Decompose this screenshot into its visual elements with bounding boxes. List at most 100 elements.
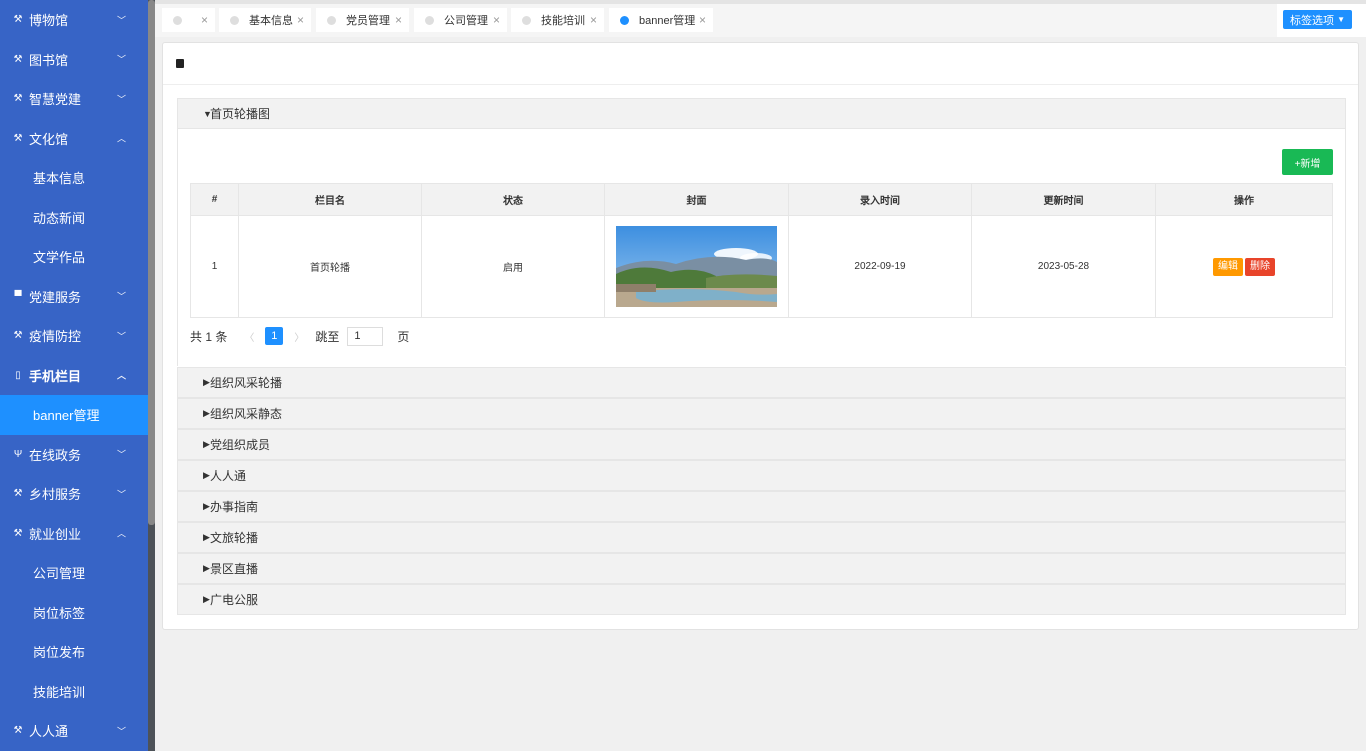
sidebar-subitem-training[interactable]: 技能培训 — [0, 672, 148, 712]
sidebar-item-library[interactable]: ⚒ 图书馆 ﹀ — [0, 40, 148, 80]
tab-dot-icon — [425, 15, 434, 25]
section-title-label: 景区直播 — [210, 562, 259, 576]
sidebar-subitem-basic-info[interactable]: 基本信息 — [0, 158, 148, 198]
close-icon[interactable]: × — [590, 13, 597, 27]
section-title-org-static[interactable]: ▶ 组织风采静态 — [177, 398, 1346, 429]
section-title-guide[interactable]: ▶ 办事指南 — [177, 491, 1346, 522]
cell-status: 启用 — [421, 215, 605, 318]
chevron-right-icon[interactable]: 〉 — [294, 329, 304, 344]
fork-icon: Ψ — [13, 448, 23, 460]
pager-current-page[interactable]: 1 — [265, 327, 284, 345]
caret-right-icon: ▶ — [203, 563, 210, 573]
sidebar-item-smart-party[interactable]: ⚒ 智慧党建 ﹀ — [0, 79, 148, 119]
section-title-broadcast[interactable]: ▶ 广电公服 — [177, 584, 1346, 615]
chevron-down-icon: ﹀ — [116, 54, 126, 65]
section-title-home-banner[interactable]: ▼ 首页轮播图 — [177, 98, 1346, 129]
section-body: +新增 # 栏目名 状态 封面 录入时间 更新时间 操作 1 首页轮播 启用 2… — [177, 129, 1346, 366]
sidebar-subitem-company[interactable]: 公司管理 — [0, 553, 148, 593]
panel-header — [163, 43, 1358, 85]
section-title-party-members[interactable]: ▶ 党组织成员 — [177, 429, 1346, 460]
tab-dot-icon — [327, 15, 336, 25]
chevron-down-icon: ﹀ — [116, 489, 126, 500]
sidebar-item-mobile[interactable]: ▯ 手机栏目 ︿ — [0, 356, 148, 396]
section-title-scenic-live[interactable]: ▶ 景区直播 — [177, 553, 1346, 584]
tab-basic-info[interactable]: 基本信息 × — [219, 8, 311, 32]
sidebar-item-culture-hall[interactable]: ⚒ 文化馆 ︿ — [0, 119, 148, 159]
tab-party-members[interactable]: 党员管理 × — [316, 8, 409, 32]
close-icon[interactable]: × — [395, 13, 402, 27]
tab-dot-icon — [522, 15, 531, 25]
tab-label: 党员管理 — [346, 15, 390, 27]
sidebar-item-party-service[interactable]: ▀ 党建服务 ﹀ — [0, 277, 148, 317]
delete-button[interactable]: 删除 — [1245, 257, 1275, 276]
chevron-down-icon: ﹀ — [116, 94, 126, 105]
sidebar-item-label: 乡村服务 — [29, 487, 82, 503]
sidebar-subitem-job-post[interactable]: 岗位发布 — [0, 632, 148, 672]
cell-index: 1 — [190, 215, 239, 318]
close-icon[interactable]: × — [297, 13, 304, 27]
tab-label: 基本信息 — [249, 15, 293, 27]
sidebar-item-label: 党建服务 — [29, 289, 82, 305]
tab-banner[interactable]: banner管理 × — [609, 8, 713, 32]
chevron-down-icon: ﹀ — [116, 15, 126, 26]
sidebar-item-museum[interactable]: ⚒ 博物馆 ﹀ — [0, 0, 148, 40]
tab-bar: × 基本信息 × 党员管理 × 公司管理 × 技能培训 × banner管理 × 标签选项… — [155, 0, 1366, 37]
sidebar-item-label: 技能培训 — [33, 684, 86, 700]
sidebar-item-label: 岗位发布 — [33, 645, 86, 661]
pager-jump-input[interactable]: 1 — [347, 326, 384, 346]
tools-icon: ⚒ — [13, 132, 23, 144]
scrollbar-thumb[interactable] — [148, 0, 155, 525]
chevron-up-icon: ︿ — [116, 370, 126, 381]
chevron-up-icon: ︿ — [116, 528, 126, 539]
caret-right-icon: ▶ — [203, 439, 210, 449]
section-title-label: 组织风采轮播 — [210, 376, 283, 390]
add-button[interactable]: +新增 — [1282, 149, 1333, 175]
sidebar-subitem-news[interactable]: 动态新闻 — [0, 198, 148, 238]
sidebar-subitem-literature[interactable]: 文学作品 — [0, 237, 148, 277]
sidebar-item-label: 基本信息 — [33, 171, 86, 187]
chevron-down-icon: ﹀ — [116, 331, 126, 342]
sidebar-item-employment[interactable]: ⚒ 就业创业 ︿ — [0, 514, 148, 554]
sidebar-item-label: 动态新闻 — [33, 210, 86, 226]
caret-right-icon: ▶ — [203, 408, 210, 418]
sidebar-item-online-gov[interactable]: Ψ 在线政务 ﹀ — [0, 435, 148, 475]
sidebar-item-label: 文学作品 — [33, 250, 86, 266]
column-header: 操作 — [1155, 183, 1333, 216]
sidebar-item-label: 公司管理 — [33, 566, 86, 582]
book-icon — [176, 59, 184, 68]
sidebar-item-label: 疫情防控 — [29, 329, 82, 345]
column-header: 录入时间 — [788, 183, 972, 216]
sidebar-item-renrentong[interactable]: ⚒ 人人通 ﹀ — [0, 711, 148, 751]
caret-right-icon: ▶ — [203, 594, 210, 604]
section-title-org-carousel[interactable]: ▶ 组织风采轮播 — [177, 367, 1346, 398]
section-title-label: 首页轮播图 — [210, 107, 271, 121]
column-header: 栏目名 — [238, 183, 422, 216]
section-title-label: 党组织成员 — [210, 438, 271, 452]
edit-button[interactable]: 编辑 — [1213, 257, 1243, 276]
sidebar-item-label: 文化馆 — [29, 131, 69, 147]
sidebar: ⚒ 博物馆 ﹀ ⚒ 图书馆 ﹀ ⚒ 智慧党建 ﹀ ⚒ 文化馆 ︿ 基本信息 动态新闻 文学作品 … — [0, 0, 148, 751]
sidebar-scrollbar[interactable] — [148, 0, 155, 751]
tab-training[interactable]: 技能培训 × — [511, 8, 604, 32]
tools-icon: ⚒ — [13, 725, 23, 737]
tab-home[interactable]: × — [162, 8, 215, 32]
section-title-label: 文旅轮播 — [210, 531, 259, 545]
close-icon[interactable]: × — [201, 13, 208, 27]
sidebar-subitem-banner[interactable]: banner管理 — [0, 395, 148, 435]
tab-dot-icon — [230, 15, 239, 25]
close-icon[interactable]: × — [493, 13, 500, 27]
sidebar-item-epidemic[interactable]: ⚒ 疫情防控 ﹀ — [0, 316, 148, 356]
chevron-left-icon[interactable]: 〈 — [244, 329, 254, 344]
section-title-renrentong[interactable]: ▶ 人人通 — [177, 460, 1346, 491]
sidebar-item-village[interactable]: ⚒ 乡村服务 ﹀ — [0, 474, 148, 514]
caret-right-icon: ▶ — [203, 470, 210, 480]
tab-options-button[interactable]: 标签选项 ▼ — [1283, 10, 1352, 29]
section-title-tourism-carousel[interactable]: ▶ 文旅轮播 — [177, 522, 1346, 553]
close-icon[interactable]: × — [699, 13, 706, 27]
tab-company[interactable]: 公司管理 × — [414, 8, 507, 32]
sidebar-item-label: 人人通 — [29, 724, 69, 740]
tab-dot-icon — [620, 15, 629, 25]
column-header: 封面 — [604, 183, 789, 216]
sidebar-subitem-job-tags[interactable]: 岗位标签 — [0, 593, 148, 633]
section-title-label: 办事指南 — [210, 500, 259, 514]
